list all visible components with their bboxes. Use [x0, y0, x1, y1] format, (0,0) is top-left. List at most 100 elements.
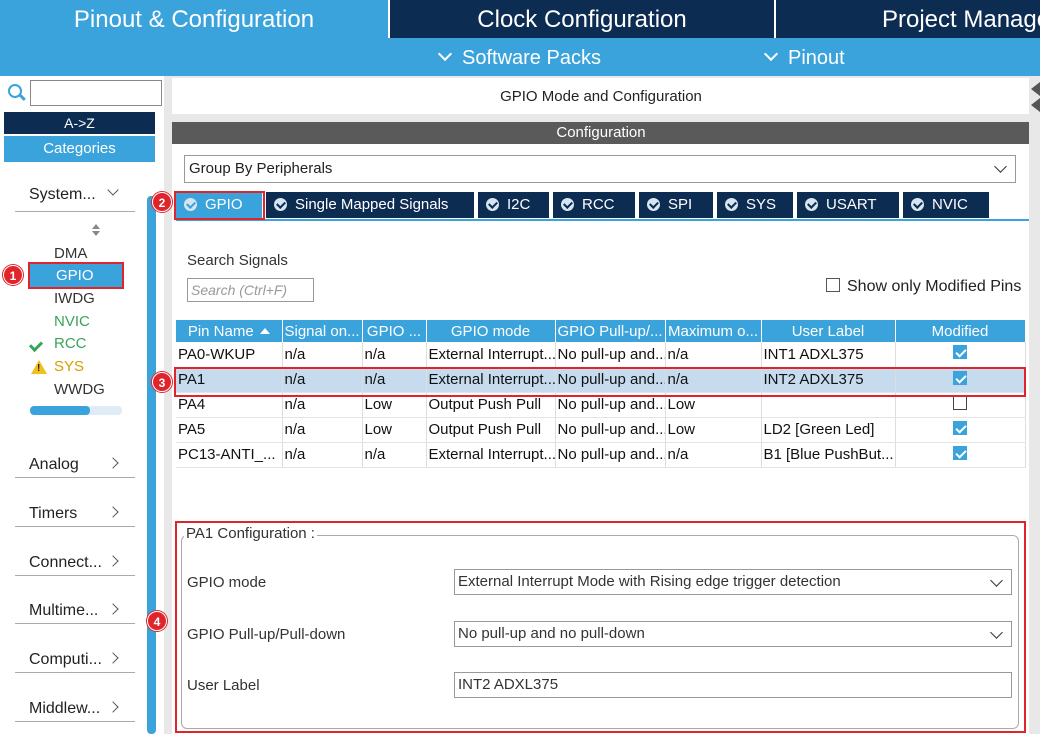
column-header[interactable]: GPIO ... [362, 320, 427, 342]
check-circle-icon [561, 198, 574, 211]
column-header[interactable]: Pin Name [176, 320, 283, 342]
peripheral-gpio[interactable]: GPIO [28, 262, 124, 289]
search-icon[interactable] [8, 84, 22, 98]
table-cell: External Interrupt... [426, 342, 556, 368]
tab-spi[interactable]: SPI [639, 192, 713, 218]
category-label: Connect... [29, 554, 102, 571]
check-circle-icon [725, 198, 738, 211]
table-cell: B1 [Blue PushBut... [761, 442, 896, 468]
search-signals-label: Search Signals [187, 252, 288, 269]
tab-label: SYS [746, 196, 777, 213]
search-input[interactable] [30, 80, 162, 106]
collapse-arrow-icon[interactable] [1031, 98, 1040, 112]
column-header[interactable]: Signal on... [282, 320, 363, 342]
highlight-pa1-row [174, 367, 1026, 397]
table-cell: n/a [665, 342, 762, 368]
modified-cell [895, 417, 1026, 443]
category-timers[interactable]: Timers [15, 501, 135, 527]
chevron-right-icon [107, 701, 119, 713]
peripheral-wwdg[interactable]: WWDG [54, 381, 105, 398]
checkbox-checked[interactable] [953, 345, 967, 360]
peripheral-dma[interactable]: DMA [54, 245, 87, 262]
checkmark-icon [28, 337, 44, 353]
scrollbar-thumb[interactable] [30, 406, 90, 415]
checkbox-unchecked[interactable] [826, 278, 840, 292]
table-cell: n/a [282, 342, 363, 368]
tab-pinout-configuration[interactable]: Pinout & Configuration [0, 0, 388, 38]
chevron-down-icon [437, 46, 453, 62]
vertical-scrollbar[interactable] [147, 196, 156, 734]
checkbox-checked[interactable] [953, 445, 967, 460]
categories-button[interactable]: Categories [4, 136, 155, 162]
group-by-select[interactable]: Group By Peripherals [184, 155, 1016, 183]
warning-icon: ! [31, 360, 47, 374]
peripheral-nvic[interactable]: NVIC [54, 313, 90, 330]
category-multimedia[interactable]: Multime... [15, 598, 135, 624]
right-collapse-strip[interactable] [1029, 76, 1040, 734]
highlight-pa1-config [175, 521, 1026, 733]
table-row[interactable]: PA5 n/a Low Output Push Pull No pull-up and.… [176, 417, 1026, 443]
panel-title: GPIO Mode and Configuration [172, 78, 1030, 114]
sort-a-z-button[interactable]: A->Z [4, 112, 155, 134]
column-header[interactable]: GPIO Pull-up/... [555, 320, 666, 342]
peripheral-iwdg[interactable]: IWDG [54, 290, 95, 307]
chevron-right-icon [107, 652, 119, 664]
right-panel: GPIO Mode and Configuration Configuratio… [147, 76, 1040, 734]
configuration-content: Group By Peripherals GPIO Single Mapped … [147, 144, 1030, 734]
category-computing[interactable]: Computi... [15, 647, 135, 673]
tab-usart[interactable]: USART [797, 192, 899, 218]
table-cell: Output Push Pull [426, 417, 556, 443]
tab-label: Single Mapped Signals [295, 196, 449, 213]
search-signals-input[interactable]: Search (Ctrl+F) [187, 278, 314, 302]
modified-cell [895, 342, 1026, 368]
horizontal-scrollbar[interactable] [30, 406, 122, 415]
column-header[interactable]: User Label [761, 320, 896, 342]
annotation-badge-1: 1 [3, 265, 23, 285]
tab-i2c[interactable]: I2C [478, 192, 549, 218]
column-header[interactable]: Maximum o... [665, 320, 762, 342]
peripheral-sys[interactable]: SYS [54, 358, 84, 375]
category-label: Analog [29, 456, 79, 473]
tab-nvic[interactable]: NVIC [903, 192, 989, 218]
tab-label: NVIC [932, 196, 968, 213]
annotation-badge-2: 2 [152, 192, 172, 212]
chevron-down-icon [994, 160, 1007, 173]
software-packs-menu[interactable]: Software Packs [437, 38, 601, 76]
category-system[interactable]: System... [15, 182, 135, 212]
column-header[interactable]: Modified [895, 320, 1026, 342]
column-header[interactable]: GPIO mode [426, 320, 556, 342]
tab-label: I2C [507, 196, 531, 213]
tab-clock-configuration[interactable]: Clock Configuration [390, 0, 774, 38]
group-by-value: Group By Peripherals [189, 160, 333, 177]
annotation-badge-4: 4 [147, 611, 167, 631]
category-label: Multime... [29, 602, 99, 619]
tab-project-manager-label: Project Manage [882, 6, 1040, 33]
checkbox-checked[interactable] [953, 420, 967, 435]
category-middleware[interactable]: Middlew... [15, 696, 135, 722]
show-modified-checkbox[interactable]: Show only Modified Pins [826, 278, 1021, 296]
table-cell: n/a [282, 417, 363, 443]
tab-single-mapped-signals[interactable]: Single Mapped Signals [266, 192, 474, 218]
table-cell: PA5 [176, 417, 283, 443]
checkbox-unchecked[interactable] [953, 395, 967, 410]
table-row[interactable]: PA0-WKUP n/a n/a External Interrupt... No pu… [176, 342, 1026, 368]
table-row[interactable]: PC13-ANTI_... n/a n/a External Interrupt...… [176, 442, 1026, 468]
collapse-arrow-icon[interactable] [1031, 82, 1040, 96]
table-cell: Low [665, 417, 762, 443]
chevron-right-icon [107, 457, 119, 469]
pinout-label: Pinout [788, 47, 845, 69]
peripheral-rcc[interactable]: RCC [54, 335, 87, 352]
category-analog[interactable]: Analog [15, 452, 135, 478]
check-circle-icon [486, 198, 499, 211]
tab-project-manager[interactable]: Project Manage [776, 0, 1040, 38]
tab-sys[interactable]: SYS [717, 192, 793, 218]
tab-label: RCC [582, 196, 615, 213]
software-packs-label: Software Packs [462, 47, 601, 69]
pinout-menu[interactable]: Pinout [763, 38, 845, 76]
annotation-badge-3: 3 [152, 372, 172, 392]
sub-menu-bar: Software Packs Pinout [0, 38, 1040, 76]
category-connectivity[interactable]: Connect... [15, 550, 135, 576]
chevron-right-icon [107, 603, 119, 615]
check-circle-icon [274, 198, 287, 211]
tab-rcc[interactable]: RCC [553, 192, 635, 218]
